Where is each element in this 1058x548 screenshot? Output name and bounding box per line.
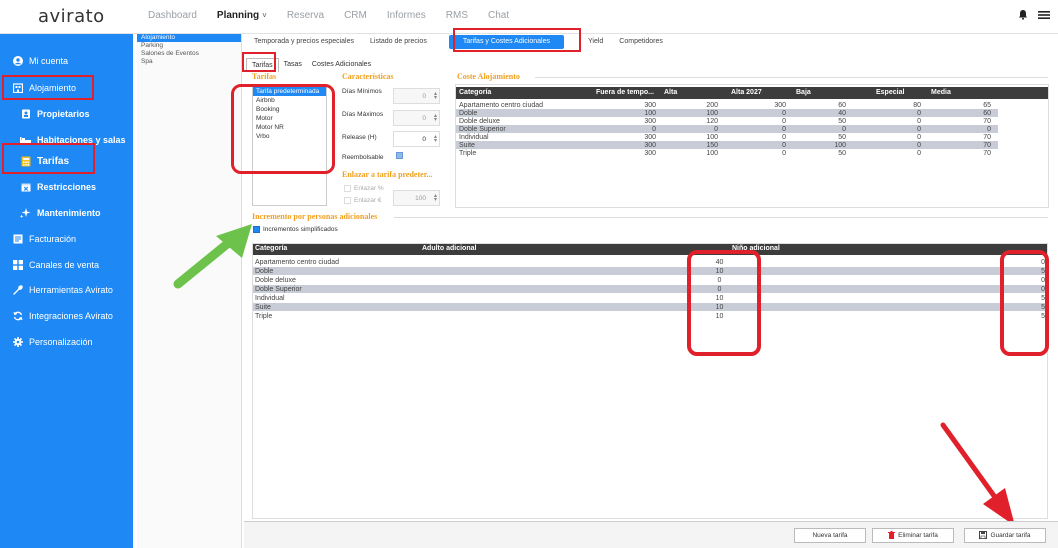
sidebar-item-mi-cuenta[interactable]: Mi cuenta <box>12 51 68 71</box>
subtab-costes[interactable]: Costes Adicionales <box>307 58 376 72</box>
submenu-item-salones[interactable]: Salones de Eventos <box>137 50 241 58</box>
spinner-icon[interactable]: ▴ ▾ <box>434 193 437 203</box>
incremento-table-frame <box>252 243 1048 519</box>
sparkle-icon <box>20 208 31 219</box>
sidebar-item-label: Mi cuenta <box>29 56 69 66</box>
chevron-down-icon: ˅ <box>262 11 267 20</box>
highlight-subtab <box>242 52 276 72</box>
bell-icon[interactable] <box>1018 9 1028 23</box>
coste-title: Coste Alojamiento <box>457 72 520 81</box>
nav-rms[interactable]: RMS <box>446 10 468 21</box>
calendar-x-icon <box>20 182 31 193</box>
tab-listado[interactable]: Listado de precios <box>362 34 435 50</box>
sidebar-item-label: Mantenimiento <box>37 208 101 218</box>
dias-maximos-input[interactable]: 0 ▴ ▾ <box>393 110 440 126</box>
guardar-tarifa-button[interactable]: Guardar tarifa <box>964 528 1046 543</box>
sidebar-item-label: Propietarios <box>37 109 90 119</box>
nav-dashboard[interactable]: Dashboard <box>148 10 197 21</box>
submenu-item-alojamiento[interactable]: Alojamiento <box>137 34 241 42</box>
section-divider <box>535 77 1048 78</box>
trash-icon <box>888 530 896 541</box>
enlazar-eur-label: Enlazar € <box>354 197 382 204</box>
save-icon <box>979 530 988 541</box>
enlazar-pct-label: Enlazar % <box>354 185 384 192</box>
tab-competidores[interactable]: Competidores <box>611 34 671 50</box>
top-nav: Dashboard Planning ˅ Reserva CRM Informes… <box>148 10 509 21</box>
enlazar-title: Enlazar a tarifa predeter... <box>342 170 433 179</box>
highlight-tab <box>453 28 581 52</box>
dias-maximos-label: Días Máximos <box>342 111 384 118</box>
enlazar-eur-checkbox[interactable] <box>344 197 351 204</box>
tab-yield[interactable]: Yield <box>580 34 611 50</box>
eliminar-tarifa-button[interactable]: Eliminar tarifa <box>872 528 954 543</box>
dias-minimos-input[interactable]: 0 ▴ ▾ <box>393 88 440 104</box>
hamburger-icon[interactable] <box>1038 9 1050 23</box>
incrementos-label: Incrementos simplificados <box>263 226 338 233</box>
section-divider <box>394 217 1048 218</box>
incremento-title: Incremento por personas adicionales <box>252 212 378 221</box>
nav-planning[interactable]: Planning ˅ <box>217 10 267 21</box>
user-icon <box>12 56 23 67</box>
sync-icon <box>12 311 23 322</box>
sidebar-item-label: Herramientas Avirato <box>29 285 113 295</box>
invoice-icon <box>12 234 23 245</box>
app-logo[interactable]: avirato <box>38 6 105 27</box>
nav-reserva[interactable]: Reserva <box>287 10 324 21</box>
nav-crm[interactable]: CRM <box>344 10 367 21</box>
sidebar-item-label: Facturación <box>29 234 77 244</box>
sidebar-item-label: Integraciones Avirato <box>29 311 113 321</box>
person-icon <box>20 109 31 120</box>
sidebar-item-herramientas[interactable]: Herramientas Avirato <box>12 280 113 300</box>
highlight-alojamiento <box>2 75 94 100</box>
sidebar-item-mantenimiento[interactable]: Mantenimiento <box>20 203 101 223</box>
submenu-item-spa[interactable]: Spa <box>137 58 241 66</box>
highlight-tarifas <box>2 143 95 174</box>
enlazar-value-input[interactable]: 100 ▴ ▾ <box>393 190 440 206</box>
submenu-item-parking[interactable]: Parking <box>137 42 241 50</box>
dias-minimos-label: Días Mínimos <box>342 88 382 95</box>
release-input[interactable]: 0 ▴ ▾ <box>393 131 440 147</box>
nav-chat[interactable]: Chat <box>488 10 509 21</box>
sidebar-item-facturacion[interactable]: Facturación <box>12 229 76 249</box>
enlazar-pct-checkbox[interactable] <box>344 185 351 192</box>
highlight-tarifas-list <box>231 84 335 174</box>
nav-informes[interactable]: Informes <box>387 10 426 21</box>
reembolsable-label: Reembolsable <box>342 154 384 161</box>
bottom-toolbar: Nueva tarifa Eliminar tarifa Guardar tar… <box>244 521 1058 548</box>
sidebar-item-propietarios[interactable]: Propietarios <box>20 104 90 124</box>
sidebar-item-label: Personalización <box>29 337 93 347</box>
sidebar-item-label: Restricciones <box>37 182 97 192</box>
sidebar-item-canales[interactable]: Canales de venta <box>12 255 99 275</box>
gear-icon <box>12 337 23 348</box>
grid-icon <box>12 260 23 271</box>
release-label: Release (H) <box>342 134 377 141</box>
sidebar-item-integraciones[interactable]: Integraciones Avirato <box>12 306 113 326</box>
spinner-icon[interactable]: ▴ ▾ <box>434 91 437 101</box>
green-arrow-annotation <box>173 224 252 289</box>
subtab-tasas[interactable]: Tasas <box>279 58 307 72</box>
spinner-icon[interactable]: ▴ ▾ <box>434 113 437 123</box>
caracteristicas-title: Características <box>342 72 394 81</box>
red-arrow-annotation <box>940 422 1015 526</box>
tarifas-title: Tarifas <box>252 72 277 81</box>
highlight-nino-col <box>1000 250 1049 356</box>
wrench-icon <box>12 285 23 296</box>
sidebar-item-personalizacion[interactable]: Personalización <box>12 332 93 352</box>
spinner-icon[interactable]: ▴ ▾ <box>434 134 437 144</box>
sidebar: Mi cuenta Alojamiento Propietarios Habit… <box>0 34 133 548</box>
nueva-tarifa-button[interactable]: Nueva tarifa <box>794 528 866 543</box>
coste-table-frame <box>455 84 1049 208</box>
sidebar-item-label: Canales de venta <box>29 260 100 270</box>
sidebar-item-restricciones[interactable]: Restricciones <box>20 177 96 197</box>
reembolsable-checkbox[interactable] <box>396 152 403 159</box>
highlight-adulto-col <box>687 250 761 356</box>
tab-temporada[interactable]: Temporada y precios especiales <box>246 34 362 50</box>
